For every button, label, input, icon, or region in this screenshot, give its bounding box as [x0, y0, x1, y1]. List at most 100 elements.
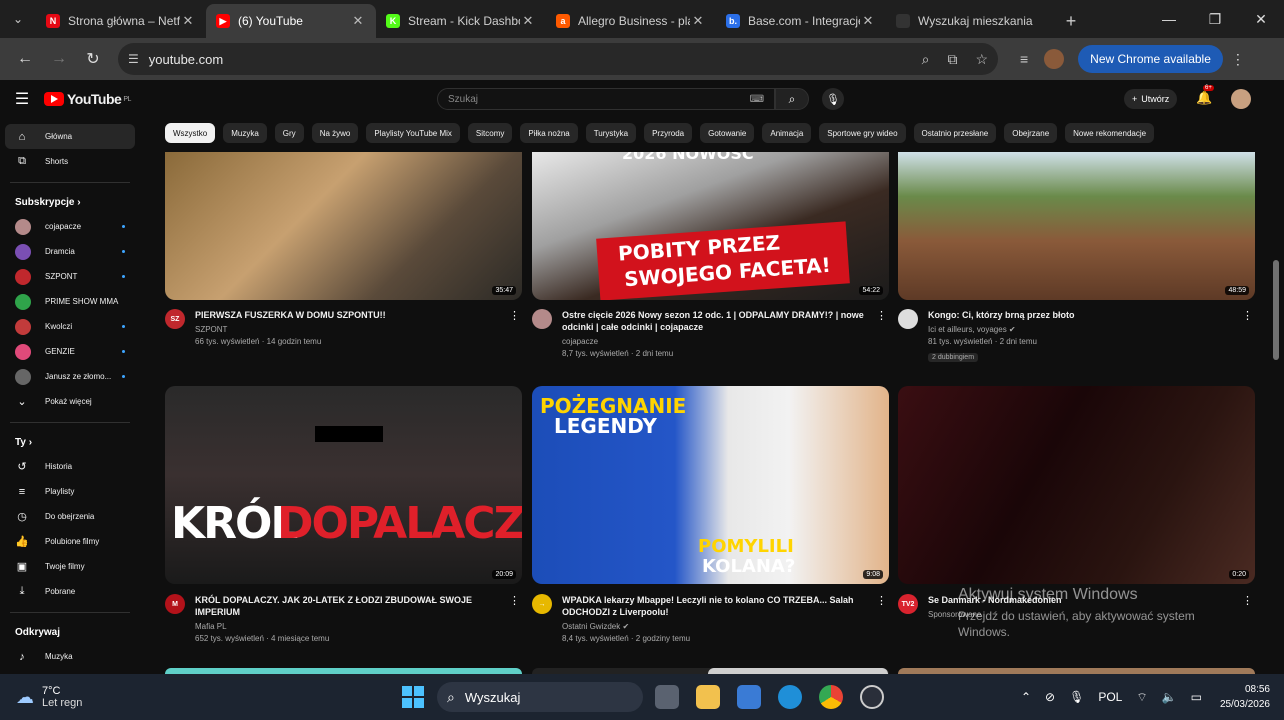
file-explorer-icon[interactable]	[696, 685, 720, 709]
wifi-icon[interactable]: ⌔	[1136, 690, 1147, 705]
app-icon[interactable]	[860, 685, 884, 709]
channel-avatar[interactable]: M	[165, 594, 185, 614]
site-info-icon[interactable]: ☰	[128, 52, 139, 66]
filter-chip[interactable]: Gry	[274, 123, 304, 143]
search-button[interactable]: ⌕	[775, 88, 809, 110]
mic-tray-icon[interactable]: 🎙	[1069, 690, 1084, 704]
channel-name[interactable]: Ici et ailleurs, voyages ✔	[928, 325, 1238, 334]
new-chrome-available-button[interactable]: New Chrome available	[1078, 45, 1223, 73]
search-input[interactable]: Szukaj ⌨	[437, 88, 775, 110]
close-window-button[interactable]: ✕	[1238, 11, 1284, 28]
sidebar-you-item[interactable]: ⤓ Pobrane	[5, 579, 135, 604]
filter-chip[interactable]: Turystyka	[585, 123, 637, 143]
channel-avatar[interactable]: →	[532, 594, 552, 614]
sidebar-subscription-item[interactable]: cojapacze	[5, 214, 135, 239]
channel-name[interactable]: Mafia PL	[195, 622, 505, 631]
filter-chip[interactable]: Przyroda	[644, 123, 693, 143]
more-options-icon[interactable]: ⋮	[876, 594, 887, 607]
video-title[interactable]: KRÓL DOPALACZY. JAK 20-LATEK Z ŁODZI ZBU…	[195, 594, 505, 618]
keyboard-icon[interactable]: ⌨	[750, 94, 764, 105]
channel-avatar[interactable]: TV2	[898, 594, 918, 614]
filter-chip[interactable]: Sitcomy	[467, 123, 513, 143]
minimize-button[interactable]: —	[1146, 11, 1192, 27]
browser-tab[interactable]: a Allegro Business - platforma✕	[546, 4, 716, 38]
chrome-icon[interactable]	[819, 685, 843, 709]
video-thumbnail[interactable]: 48:59	[898, 152, 1255, 300]
browser-tab[interactable]: K Stream - Kick Dashboard✕	[376, 4, 546, 38]
close-tab-icon[interactable]: ✕	[350, 13, 366, 29]
sidebar-you-item[interactable]: ↺ Historia	[5, 454, 135, 479]
guide-menu-icon[interactable]: ☰	[0, 89, 44, 109]
filter-chip[interactable]: Nowe rekomendacje	[1065, 123, 1155, 143]
language-indicator[interactable]: POL	[1098, 690, 1122, 704]
channel-avatar[interactable]: SZ	[165, 309, 185, 329]
browser-tab[interactable]: ▶ (6) YouTube ✕	[206, 4, 376, 38]
video-thumbnail[interactable]: 0:20	[898, 386, 1255, 584]
weather-widget[interactable]: ☁ 7°C Let regn	[16, 685, 82, 709]
tab-media-icon[interactable]: ≡	[1020, 51, 1028, 67]
microsoft-store-icon[interactable]	[737, 685, 761, 709]
taskbar-search[interactable]: ⌕ Wyszukaj	[437, 682, 643, 712]
filter-chip[interactable]: Sportowe gry wideo	[819, 123, 906, 143]
install-app-icon[interactable]: ⧉	[947, 51, 957, 68]
sidebar-subscription-item[interactable]: GENZIE	[5, 339, 135, 364]
channel-name[interactable]: cojapacze	[562, 337, 872, 346]
filter-chip[interactable]: Na żywo	[311, 123, 359, 143]
more-options-icon[interactable]: ⋮	[876, 309, 887, 322]
more-options-icon[interactable]: ⋮	[1242, 309, 1253, 322]
filter-chip[interactable]: Piłka nożna	[520, 123, 578, 143]
sidebar-explore-item[interactable]: ♪ Muzyka	[5, 644, 135, 669]
filter-chip[interactable]: Obejrzane	[1004, 123, 1058, 143]
network-off-icon[interactable]: ⊘	[1045, 690, 1055, 704]
create-button[interactable]: + Utwórz	[1124, 89, 1178, 109]
more-options-icon[interactable]: ⋮	[509, 309, 520, 322]
close-tab-icon[interactable]: ✕	[520, 13, 536, 29]
forward-button[interactable]: →	[42, 50, 76, 68]
video-thumbnail[interactable]: 2026 NOWOŚĆ POBITY PRZEZ SWOJEGO FACETA! 54…	[532, 152, 889, 300]
address-bar[interactable]: ☰ youtube.com ⌕ ⧉ ☆	[118, 43, 998, 75]
task-view-icon[interactable]	[655, 685, 679, 709]
video-thumbnail[interactable]: KRÓLDOPALACZY20:09	[165, 386, 522, 584]
filter-chip[interactable]: Ostatnio przesłane	[913, 123, 997, 143]
reload-button[interactable]: ↻	[76, 49, 110, 69]
subscriptions-header[interactable]: Subskrypcje ›	[0, 191, 140, 214]
sidebar-you-item[interactable]: 👍 Polubione filmy	[5, 529, 135, 554]
browser-tab[interactable]: N Strona główna – Netflix ✕	[36, 4, 206, 38]
volume-icon[interactable]: 🔈	[1162, 690, 1177, 704]
sidebar-item-shorts[interactable]: ⧉ Shorts	[5, 149, 135, 174]
extension-avatar-icon[interactable]	[1044, 49, 1065, 69]
account-avatar[interactable]	[1231, 89, 1251, 109]
scrollbar-thumb[interactable]	[1273, 260, 1279, 360]
filter-chip[interactable]: Animacja	[762, 123, 812, 143]
battery-icon[interactable]: ▭	[1191, 690, 1202, 704]
close-tab-icon[interactable]: ✕	[860, 13, 876, 29]
sidebar-you-item[interactable]: ◷ Do obejrzenia	[5, 504, 135, 529]
sidebar-you-item[interactable]: ≡ Playlisty	[5, 479, 135, 504]
video-title[interactable]: PIERWSZA FUSZERKA W DOMU SZPONTU!!	[195, 309, 505, 321]
show-more-button[interactable]: ⌄ Pokaż więcej	[5, 389, 135, 414]
video-thumbnail[interactable]: 35:47	[165, 152, 522, 300]
video-title[interactable]: WPADKA lekarzy Mbappe! Leczyli nie to ko…	[562, 594, 872, 618]
more-options-icon[interactable]: ⋮	[509, 594, 520, 607]
bookmark-star-icon[interactable]: ☆	[975, 51, 988, 68]
page-scrollbar[interactable]	[1272, 150, 1280, 670]
sidebar-subscription-item[interactable]: Kwolczi	[5, 314, 135, 339]
sidebar-item-główna[interactable]: ⌂ Główna	[5, 124, 135, 149]
filter-chip[interactable]: Wszystko	[165, 123, 216, 143]
back-button[interactable]: ←	[8, 50, 42, 68]
sidebar-you-item[interactable]: ▣ Twoje filmy	[5, 554, 135, 579]
close-tab-icon[interactable]: ✕	[180, 13, 196, 29]
browser-tab[interactable]: b. Base.com - Integracje ✕	[716, 4, 886, 38]
video-title[interactable]: Ostre cięcie 2026 Nowy sezon 12 odc. 1 |…	[562, 309, 872, 333]
windows-start-icon[interactable]	[402, 686, 424, 708]
zoom-icon[interactable]: ⌕	[922, 51, 930, 68]
chrome-menu-icon[interactable]: ⋮	[1231, 51, 1245, 68]
filter-chip[interactable]: Playlisty YouTube Mix	[366, 123, 460, 143]
more-options-icon[interactable]: ⋮	[1242, 594, 1253, 607]
maximize-button[interactable]: ❐	[1192, 11, 1238, 28]
voice-search-button[interactable]: 🎙	[822, 88, 844, 110]
tab-search-button[interactable]: ⌄	[0, 0, 36, 38]
channel-name[interactable]: SZPONT	[195, 325, 505, 334]
edge-icon[interactable]	[778, 685, 802, 709]
close-tab-icon[interactable]: ✕	[690, 13, 706, 29]
